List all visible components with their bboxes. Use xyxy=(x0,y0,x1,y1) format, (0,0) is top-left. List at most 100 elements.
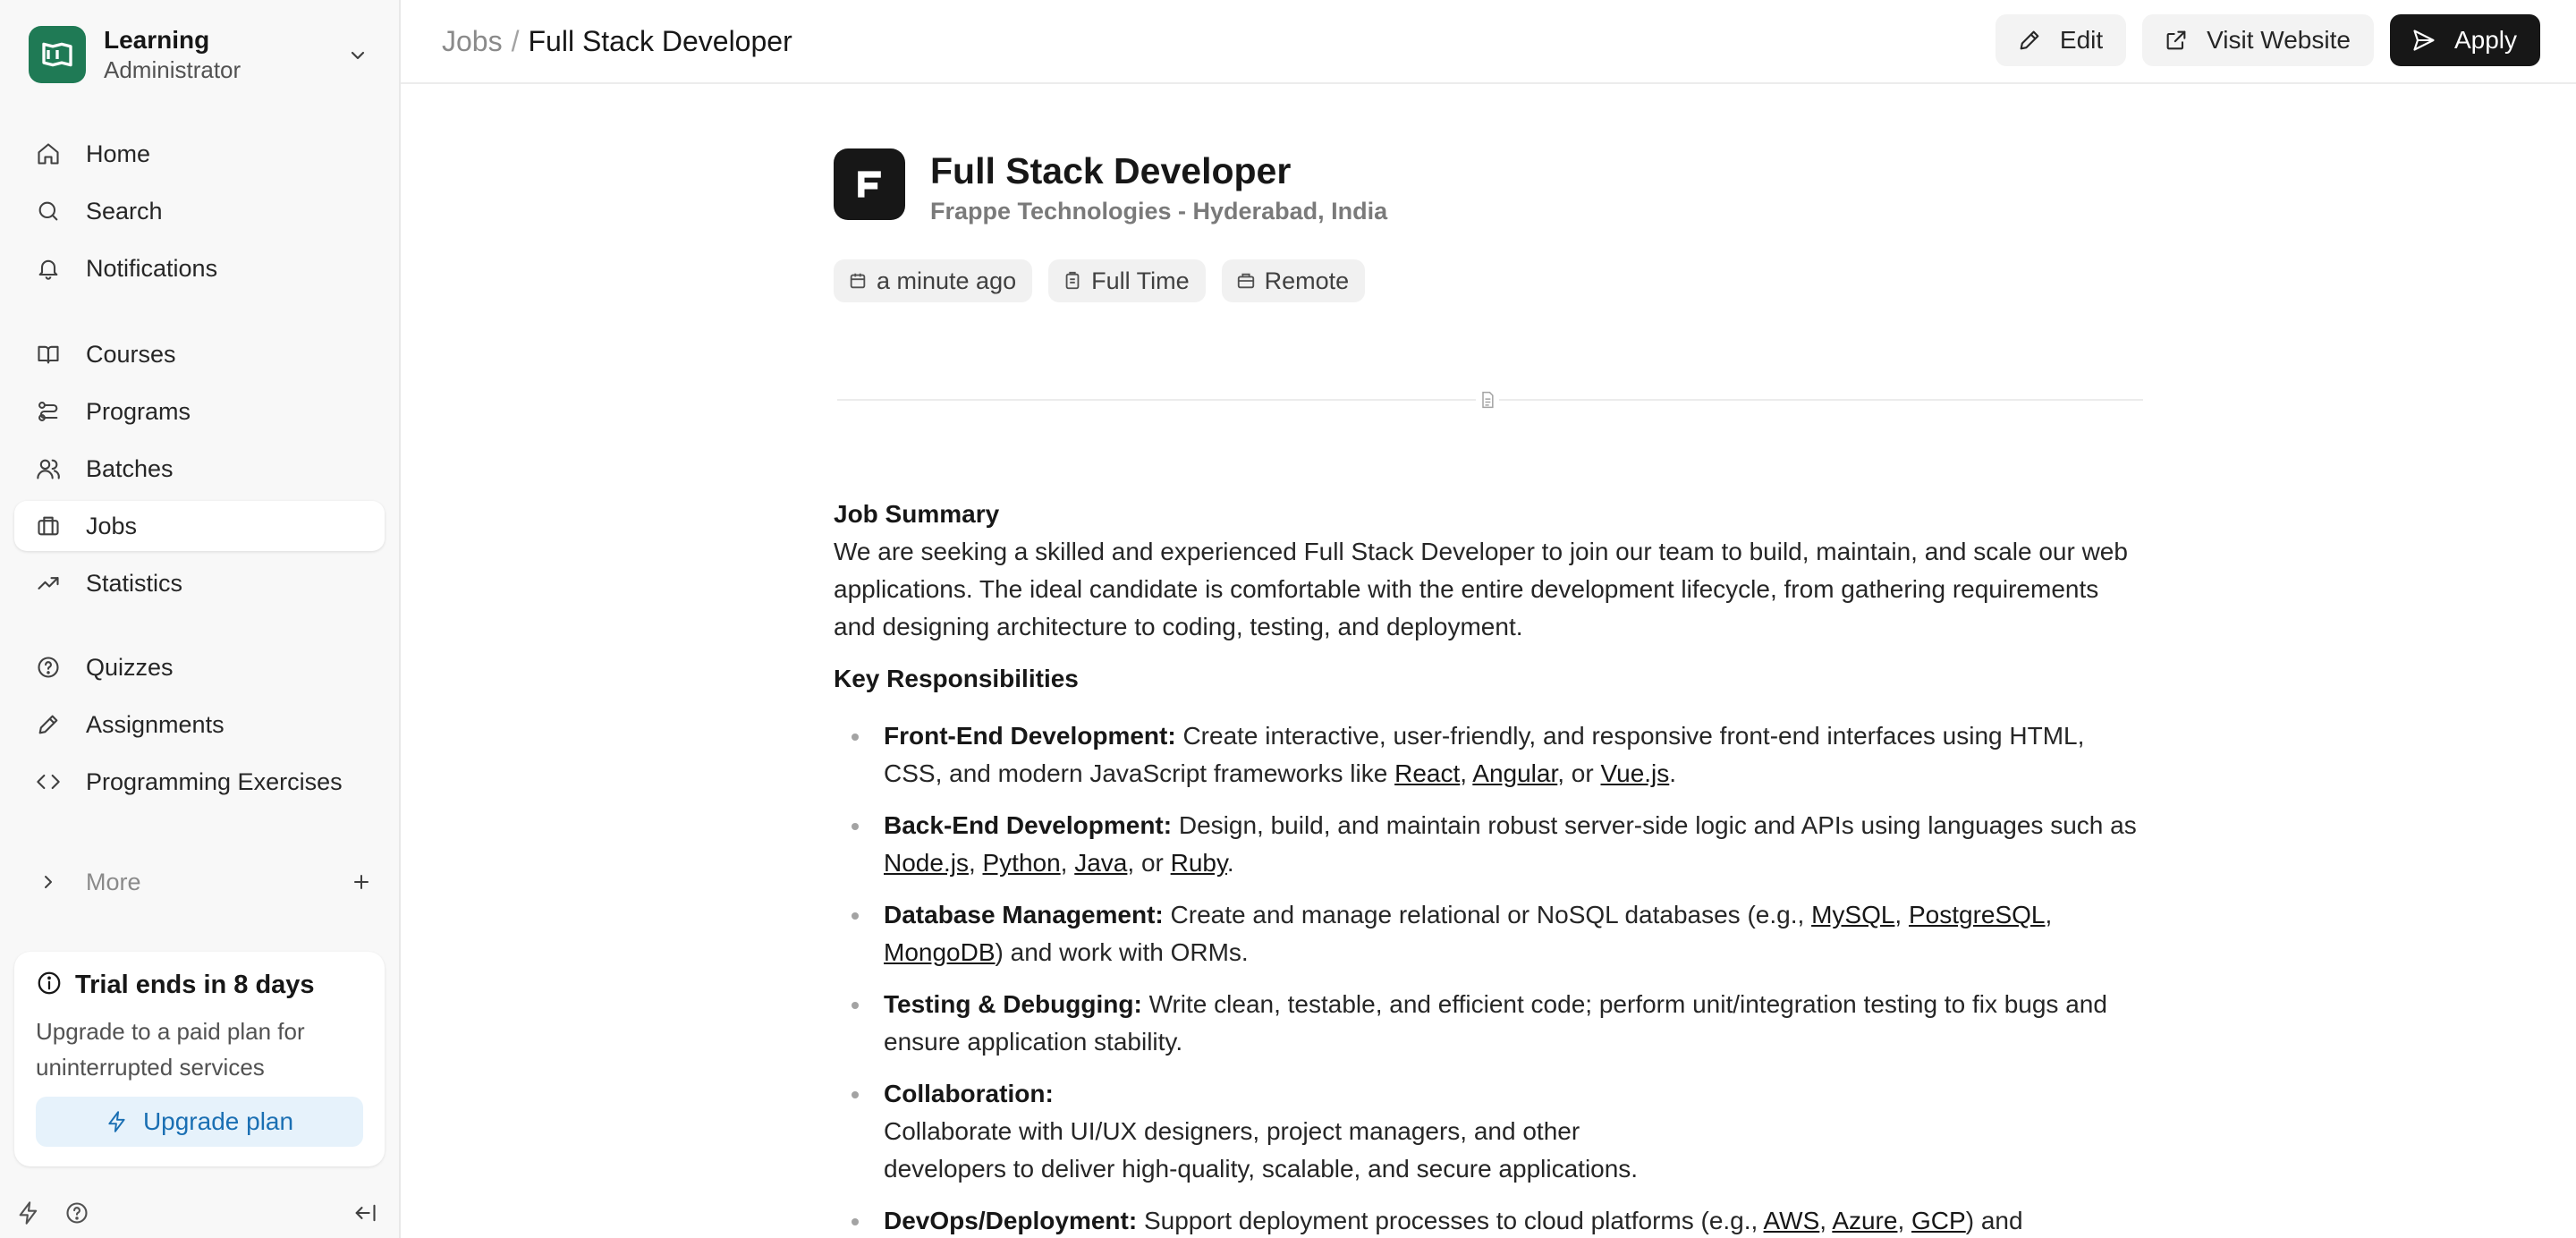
chevron-down-icon[interactable] xyxy=(343,41,372,70)
sidebar-item-label: Courses xyxy=(86,340,176,368)
job-header: Full Stack Developer Frappe Technologies… xyxy=(834,148,1387,227)
item-text: ) and xyxy=(1965,1207,2023,1234)
sidebar-item-batches[interactable]: Batches xyxy=(14,444,385,494)
sidebar-item-label: Notifications xyxy=(86,254,218,282)
breadcrumb-separator: / xyxy=(511,25,520,57)
sidebar-more-toggle[interactable]: More xyxy=(14,857,385,907)
pencil-icon xyxy=(2015,26,2044,55)
visit-website-label: Visit Website xyxy=(2207,26,2351,54)
item-text: Collaborate with UI/UX designers, projec… xyxy=(884,1117,1580,1145)
list-item: DevOps/Deployment: Support deployment pr… xyxy=(834,1202,2145,1238)
item-text: Support deployment processes to cloud pl… xyxy=(1143,1207,1758,1234)
link-java[interactable]: Java xyxy=(1074,849,1127,877)
link-mongodb[interactable]: MongoDB xyxy=(884,938,996,966)
item-title: DevOps/Deployment: xyxy=(884,1207,1138,1234)
item-title: Back-End Development: xyxy=(884,811,1173,839)
sidebar-item-search[interactable]: Search xyxy=(14,186,385,236)
link-ruby[interactable]: Ruby xyxy=(1171,849,1227,877)
nav-learning: Courses Programs Batches Jobs Statistics xyxy=(14,329,385,615)
header-actions: Edit Visit Website Apply xyxy=(1995,14,2540,66)
item-title: Database Management: xyxy=(884,901,1164,928)
calendar-icon xyxy=(848,271,868,291)
link-nodejs[interactable]: Node.js xyxy=(884,849,969,877)
send-icon xyxy=(2410,26,2438,55)
trending-up-icon xyxy=(34,569,63,598)
bell-icon xyxy=(34,254,63,283)
sidebar-item-label: Batches xyxy=(86,454,174,482)
list-item: Collaboration: Collaborate with UI/UX des… xyxy=(834,1075,2145,1188)
sidebar-item-label: Quizzes xyxy=(86,653,174,681)
brand-subtitle: Administrator xyxy=(104,56,242,83)
sidebar-item-statistics[interactable]: Statistics xyxy=(14,558,385,608)
link-vuejs[interactable]: Vue.js xyxy=(1600,759,1669,787)
sidebar-more-label: More xyxy=(86,868,141,895)
trial-description: Upgrade to a paid plan for uninterrupted… xyxy=(36,1018,305,1081)
app-root: Learning Administrator Home Search Notif… xyxy=(0,0,2576,1238)
item-text: developers to deliver high-quality, scal… xyxy=(884,1155,1639,1183)
home-icon xyxy=(34,140,63,168)
work-mode-tag: Remote xyxy=(1221,259,1366,302)
plus-icon[interactable] xyxy=(347,868,376,896)
edit-button[interactable]: Edit xyxy=(1995,14,2127,66)
lightning-icon[interactable] xyxy=(14,1199,43,1227)
link-angular[interactable]: Angular xyxy=(1472,759,1557,787)
link-react[interactable]: React xyxy=(1394,759,1460,787)
help-circle-icon xyxy=(34,653,63,682)
link-aws[interactable]: AWS xyxy=(1764,1207,1820,1234)
nav-assessment: Quizzes Assignments Programming Exercise… xyxy=(14,642,385,814)
job-title: Full Stack Developer xyxy=(930,150,1292,191)
job-company-location: Frappe Technologies - Hyderabad, India xyxy=(930,198,1388,225)
collapse-sidebar-icon[interactable] xyxy=(351,1199,379,1227)
help-circle-icon[interactable] xyxy=(63,1199,91,1227)
breadcrumb-jobs-link[interactable]: Jobs xyxy=(442,25,503,57)
posted-time-tag: a minute ago xyxy=(834,259,1033,302)
sidebar-item-courses[interactable]: Courses xyxy=(14,329,385,379)
external-link-icon xyxy=(2162,26,2190,55)
sidebar-item-label: Home xyxy=(86,140,151,167)
upgrade-plan-button[interactable]: Upgrade plan xyxy=(36,1097,363,1147)
link-azure[interactable]: Azure xyxy=(1832,1207,1897,1234)
sidebar-item-programs[interactable]: Programs xyxy=(14,386,385,437)
sidebar-item-assignments[interactable]: Assignments xyxy=(14,700,385,750)
sidebar-item-label: Assignments xyxy=(86,710,225,738)
sidebar-item-programming-exercises[interactable]: Programming Exercises xyxy=(14,757,385,807)
sidebar-item-quizzes[interactable]: Quizzes xyxy=(14,642,385,692)
brand-title: Learning xyxy=(104,26,210,54)
summary-heading: Job Summary xyxy=(834,500,1000,528)
trial-title: Trial ends in 8 days xyxy=(75,971,315,999)
link-python[interactable]: Python xyxy=(983,849,1061,877)
search-icon xyxy=(34,197,63,225)
item-text: ) and work with ORMs. xyxy=(995,938,1249,966)
brand-switcher[interactable]: Learning Administrator xyxy=(29,25,379,84)
briefcase-icon xyxy=(34,512,63,540)
responsibilities-list: Front-End Development: Create interactiv… xyxy=(834,717,2145,1238)
apply-button[interactable]: Apply xyxy=(2389,14,2540,66)
clipboard-icon xyxy=(1063,271,1082,291)
company-logo xyxy=(834,148,905,220)
list-item: Back-End Development: Design, build, and… xyxy=(834,807,2145,882)
trial-card: Trial ends in 8 days Upgrade to a paid p… xyxy=(14,952,385,1166)
sidebar-footer xyxy=(14,1195,385,1231)
topbar: Jobs / Full Stack Developer Edit Visit Web… xyxy=(401,0,2576,84)
visit-website-button[interactable]: Visit Website xyxy=(2142,14,2374,66)
upgrade-plan-label: Upgrade plan xyxy=(142,1107,294,1135)
list-item: Front-End Development: Create interactiv… xyxy=(834,717,2145,793)
sidebar-item-home[interactable]: Home xyxy=(14,129,385,179)
sidebar-item-label: Statistics xyxy=(86,569,183,597)
posted-time-label: a minute ago xyxy=(877,267,1017,294)
job-type-label: Full Time xyxy=(1091,267,1190,294)
sidebar: Learning Administrator Home Search Notif… xyxy=(0,0,401,1238)
work-mode-label: Remote xyxy=(1264,267,1350,294)
list-item: Database Management: Create and manage r… xyxy=(834,896,2145,971)
list-item: Testing & Debugging: Write clean, testab… xyxy=(834,986,2145,1061)
sidebar-item-notifications[interactable]: Notifications xyxy=(14,243,385,293)
info-icon xyxy=(36,970,63,1001)
link-mysql[interactable]: MySQL xyxy=(1811,901,1894,928)
item-text: Design, build, and maintain robust serve… xyxy=(1178,811,2137,839)
item-text: Create and manage relational or NoSQL da… xyxy=(1170,901,1805,928)
link-gcp[interactable]: GCP xyxy=(1911,1207,1966,1234)
route-icon xyxy=(34,397,63,426)
link-postgresql[interactable]: PostgreSQL xyxy=(1909,901,2046,928)
book-icon xyxy=(34,340,63,369)
sidebar-item-jobs[interactable]: Jobs xyxy=(14,501,385,551)
